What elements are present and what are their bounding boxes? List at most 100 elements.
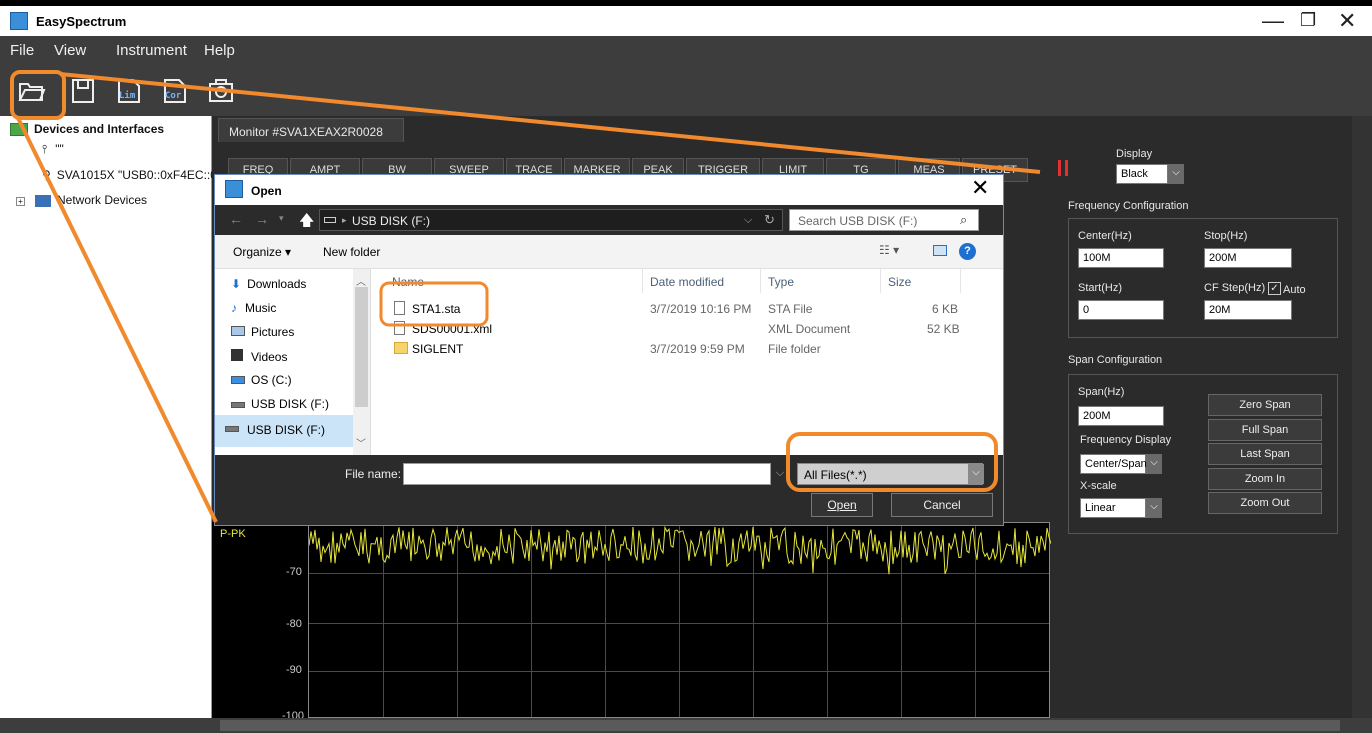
nav-scrollbar[interactable]: ︿ ﹀ [353,269,370,455]
nav-selected-row[interactable]: USB DISK (F:) [215,415,353,447]
view-options-icon[interactable]: ☷ ▾ [879,243,899,257]
freq-display-label: Frequency Display [1080,434,1172,446]
maximize-button[interactable]: ❐ [1300,10,1316,31]
center-input[interactable]: 100M [1078,248,1164,268]
file-icon [394,301,405,315]
table-row[interactable]: STA1.sta 3/7/2019 10:16 PM STA File 6 KB [372,299,972,319]
filename-input[interactable] [403,463,771,485]
recent-chevron-icon[interactable]: ▾ [279,213,284,224]
close-button[interactable]: ✕ [1338,8,1356,34]
tab-monitor[interactable]: Monitor #SVA1XEAX2R0028 [218,118,404,142]
detector-label: P-PK [220,528,246,540]
dialog-title: Open [251,184,282,198]
tree-usb[interactable]: ⫯ "" [42,142,64,157]
config-panel: Display Black ⌵ Frequency Configuration … [1062,116,1352,718]
tree-root[interactable]: Devices and Interfaces [10,122,164,137]
table-row[interactable]: SDS00001.xml XML Document 52 KB [372,319,972,339]
freq-display-select[interactable]: Center/Span ⌵ [1080,454,1162,474]
nav-videos[interactable]: Videos [231,349,287,364]
filetype-select[interactable]: All Files(*.*) ⌵ [797,463,984,485]
nav-usb-disk-selected: USB DISK (F:) [247,423,326,437]
open-folder-icon[interactable] [18,78,46,104]
last-span-button[interactable]: Last Span [1208,443,1322,465]
nav-downloads[interactable]: ⬇ Downloads [231,277,306,291]
correction-icon[interactable]: Cor [162,78,188,104]
new-folder-button[interactable]: New folder [323,245,380,259]
help-icon[interactable]: ? [959,243,976,260]
stop-label: Stop(Hz) [1204,230,1248,242]
start-input[interactable]: 0 [1078,300,1164,320]
tree-device[interactable]: ⚲ SVA1015X "USB0::0xF4EC::0 [42,168,217,182]
file-name: SDS00001.xml [412,322,493,336]
up-icon[interactable]: 🡅 [299,210,314,235]
dialog-footer: File name: ⌵ All Files(*.*) ⌵ Open Cance… [215,455,1003,525]
lim-label: Lim [119,91,136,101]
chevron-down-icon[interactable]: ⌵ [1168,164,1184,184]
limit-icon[interactable]: Lim [116,78,142,104]
chevron-down-icon[interactable]: ⌵ [1146,498,1162,518]
open-button[interactable]: Open [811,493,873,517]
screenshot-icon[interactable] [208,78,234,104]
toolbar: Lim Cor [0,64,1372,116]
nav-os-c[interactable]: OS (C:) [231,373,292,387]
zoom-in-button[interactable]: Zoom In [1208,468,1322,490]
file-name: STA1.sta [412,302,461,316]
minimize-button[interactable]: — [1262,8,1284,34]
display-select[interactable]: Black ⌵ [1116,164,1184,184]
back-icon[interactable]: ← [229,211,243,227]
col-date[interactable]: Date modified [650,275,724,289]
search-icon: ⌕ [960,212,968,227]
cfstep-label: CF Step(Hz) [1204,282,1266,294]
filename-chevron-icon[interactable]: ⌵ [771,463,789,485]
menu-instrument[interactable]: Instrument [116,42,187,59]
file-size: 52 KB [927,322,960,336]
downloads-icon: ⬇ [231,277,242,291]
search-box[interactable]: Search USB DISK (F:) ⌕ [789,209,979,231]
search-placeholder: Search USB DISK (F:) [798,214,918,228]
cfstep-input[interactable]: 20M [1204,300,1292,320]
forward-icon[interactable]: → [255,211,269,227]
nav-music[interactable]: ♪ Music [231,301,276,315]
app-title: EasySpectrum [36,14,127,29]
file-type: File folder [768,342,821,356]
path-box[interactable]: ▸ USB DISK (F:) ⌵ ↻ [319,209,783,231]
menu-help[interactable]: Help [204,42,235,59]
path-chevron-icon[interactable]: ⌵ [744,214,752,227]
spectrum-plot[interactable] [308,522,1051,718]
nav-downloads-label: Downloads [247,277,307,291]
organize-button[interactable]: Organize ▾ [233,245,291,259]
display-label: Display [1116,148,1153,160]
expand-icon[interactable]: + [16,197,25,206]
span-input[interactable]: 200M [1078,406,1164,426]
table-row[interactable]: SIGLENT 3/7/2019 9:59 PM File folder [372,339,972,359]
menu-view[interactable]: View [54,42,86,59]
file-date: 3/7/2019 9:59 PM [650,342,745,356]
vertical-scrollbar[interactable] [1352,116,1372,718]
open-dialog: Open ✕ ← → ▾ 🡅 ▸ USB DISK (F:) ⌵ ↻ Searc… [214,174,1004,526]
menu-file[interactable]: File [10,42,34,59]
tree-network[interactable]: + Network Devices [16,193,147,207]
dialog-close-icon[interactable]: ✕ [971,175,989,201]
col-type[interactable]: Type [768,275,794,289]
refresh-icon[interactable]: ↻ [764,212,775,228]
stop-input[interactable]: 200M [1204,248,1292,268]
nav-pictures[interactable]: Pictures [231,325,294,339]
chevron-down-icon[interactable]: ⌵ [968,464,984,484]
col-name[interactable]: Name [392,275,424,289]
cancel-button[interactable]: Cancel [891,493,993,517]
save-icon[interactable] [70,78,96,104]
auto-checkbox[interactable]: ✓ [1268,282,1281,295]
zero-span-button[interactable]: Zero Span [1208,394,1322,416]
span-config-title: Span Configuration [1068,354,1163,366]
device-tree: Devices and Interfaces ⫯ "" ⚲ SVA1015X "US… [0,116,217,733]
xscale-select[interactable]: Linear ⌵ [1080,498,1162,518]
horizontal-scrollbar[interactable] [0,718,1372,733]
zoom-out-button[interactable]: Zoom Out [1208,492,1322,514]
nav-usb-disk[interactable]: USB DISK (F:) [231,397,329,411]
ytick-90: -90 [286,664,302,676]
col-size[interactable]: Size [888,275,911,289]
device-icon: ⚲ [42,168,51,182]
preview-pane-icon[interactable] [933,245,947,256]
full-span-button[interactable]: Full Span [1208,419,1322,441]
chevron-down-icon[interactable]: ⌵ [1146,454,1162,474]
